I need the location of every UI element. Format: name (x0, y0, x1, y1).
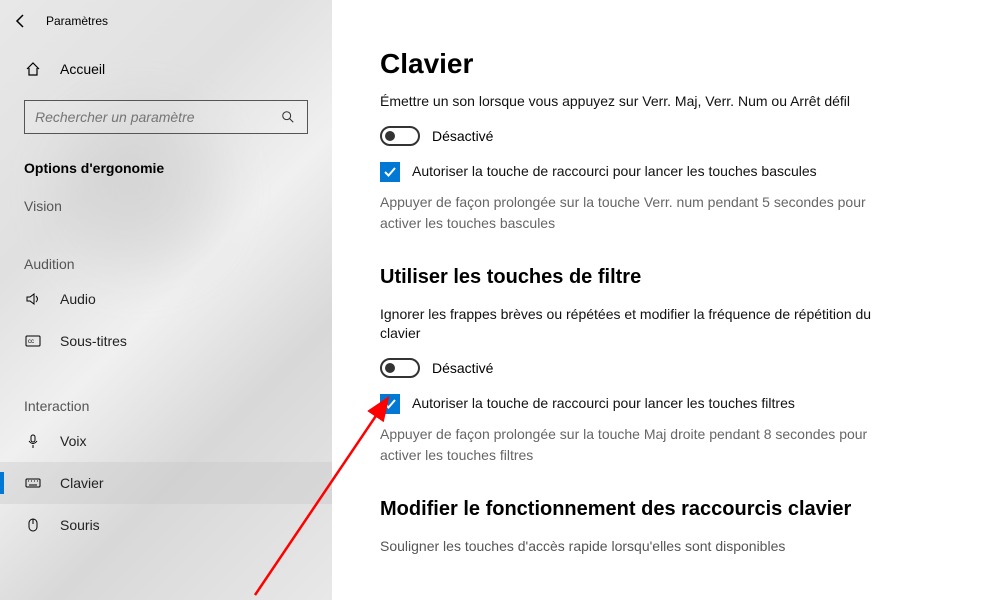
page-title: Clavier (380, 48, 940, 80)
toggle-keys-hint: Appuyer de façon prolongée sur la touche… (380, 192, 900, 234)
shortcuts-heading: Modifier le fonctionnement des raccourci… (380, 498, 940, 521)
sidebar-group-vision: Vision (0, 184, 332, 220)
keyboard-icon (24, 474, 42, 492)
home-label: Accueil (60, 61, 105, 77)
toggle-keys-state: Désactivé (432, 128, 493, 144)
sidebar-item-label: Sous-titres (60, 333, 127, 349)
sidebar-item-label: Clavier (60, 475, 104, 491)
app-title: Paramètres (46, 14, 108, 28)
sidebar-item-mouse[interactable]: Souris (0, 504, 332, 546)
sidebar-item-audio[interactable]: Audio (0, 278, 332, 320)
home-icon (24, 60, 42, 78)
filter-keys-hint: Appuyer de façon prolongée sur la touche… (380, 424, 900, 466)
cc-icon: cc (24, 332, 42, 350)
sidebar-item-label: Audio (60, 291, 96, 307)
filter-keys-shortcut-checkbox[interactable] (380, 394, 400, 414)
toggle-keys-desc: Émettre un son lorsque vous appuyez sur … (380, 92, 900, 112)
sidebar-item-label: Souris (60, 517, 100, 533)
main-content: Clavier Émettre un son lorsque vous appu… (332, 0, 1000, 600)
sidebar-group-audition: Audition (0, 242, 332, 278)
filter-keys-desc: Ignorer les frappes brèves ou répétées e… (380, 305, 900, 344)
sidebar-group-interaction: Interaction (0, 384, 332, 420)
filter-keys-heading: Utiliser les touches de filtre (380, 266, 940, 289)
sidebar-item-voice[interactable]: Voix (0, 420, 332, 462)
toggle-keys-shortcut-checkbox[interactable] (380, 162, 400, 182)
search-icon (279, 108, 297, 126)
svg-text:cc: cc (28, 339, 34, 345)
mic-icon (24, 432, 42, 450)
back-arrow-icon[interactable] (12, 12, 30, 30)
volume-icon (24, 290, 42, 308)
shortcuts-desc: Souligner les touches d'accès rapide lor… (380, 537, 900, 557)
sidebar-item-label: Voix (60, 433, 86, 449)
filter-keys-switch[interactable] (380, 358, 420, 378)
sidebar-section-title: Options d'ergonomie (0, 142, 332, 184)
filter-keys-state: Désactivé (432, 360, 493, 376)
sidebar: Paramètres Accueil Options d'ergonomie V… (0, 0, 332, 600)
search-input[interactable] (35, 109, 279, 125)
search-box[interactable] (24, 100, 308, 134)
sidebar-item-home[interactable]: Accueil (0, 46, 332, 92)
sidebar-item-captions[interactable]: cc Sous-titres (0, 320, 332, 362)
toggle-keys-switch[interactable] (380, 126, 420, 146)
filter-keys-shortcut-label: Autoriser la touche de raccourci pour la… (412, 394, 795, 411)
toggle-keys-shortcut-label: Autoriser la touche de raccourci pour la… (412, 162, 817, 179)
sidebar-item-keyboard[interactable]: Clavier (0, 462, 332, 504)
mouse-icon (24, 516, 42, 534)
